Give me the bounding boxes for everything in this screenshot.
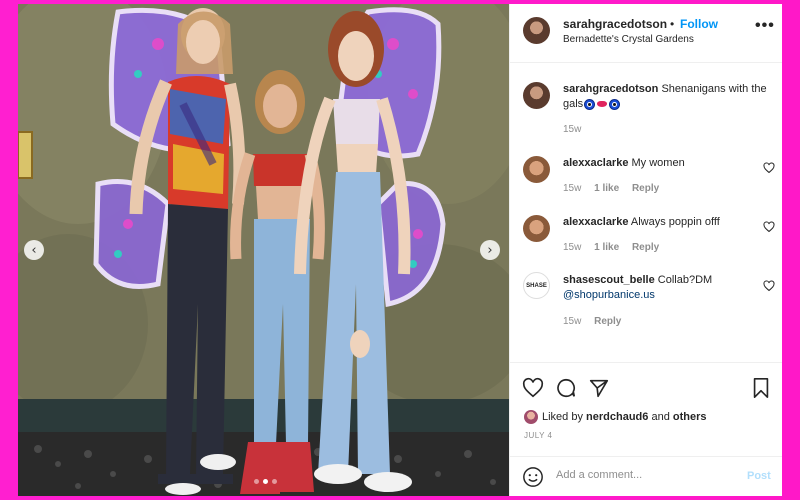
separator-dot: • [670, 17, 675, 31]
brand-avatar-text: SHASE [526, 282, 547, 289]
caption: sarahgracedotson Shenanigans with the ga… [563, 82, 768, 112]
lips-emoji-icon [597, 101, 608, 108]
comment-meta: 15w 1 like Reply [563, 242, 669, 253]
post-side-panel: sarahgracedotson • Follow Bernadette's C… [509, 4, 782, 496]
liked-by-and: and [651, 411, 670, 423]
like-heart-icon[interactable] [522, 377, 544, 399]
caption-age: 15w [563, 124, 582, 135]
comment-meta: 15w 1 like Reply [563, 183, 669, 194]
follow-button[interactable]: Follow [680, 17, 718, 31]
comment-username[interactable]: alexxaclarke [563, 216, 628, 228]
post-header: sarahgracedotson • Follow Bernadette's C… [510, 4, 782, 63]
carousel-dot [272, 479, 277, 484]
eye-emoji-icon [609, 98, 621, 110]
comment-item: alexxaclarke My women [563, 156, 758, 171]
comment-item: alexxaclarke Always poppin offf [563, 215, 758, 230]
carousel-dot [254, 479, 259, 484]
post-modal: ‹ › sarahgracedotson • Follow Bernadette… [18, 4, 782, 496]
comment-text: My women [631, 157, 685, 169]
post-photo[interactable]: ‹ › [18, 4, 509, 496]
add-comment-input[interactable] [556, 469, 736, 481]
more-options-icon[interactable]: ••• [755, 17, 775, 35]
liked-by-prefix: Liked by [542, 411, 583, 423]
reply-button[interactable]: Reply [632, 183, 659, 194]
carousel-dot-active [263, 479, 268, 484]
add-comment-bar: Post [510, 456, 782, 496]
comment-bubble-icon[interactable] [555, 377, 577, 399]
comment-likes[interactable]: 1 like [594, 183, 619, 194]
next-slide-button[interactable]: › [480, 240, 500, 260]
post-comment-button[interactable]: Post [747, 470, 771, 482]
author-avatar[interactable] [523, 17, 550, 44]
share-paper-plane-icon[interactable] [588, 377, 610, 399]
liked-by-avatar[interactable] [524, 410, 538, 424]
comment-item: shasescout_belle Collab?DM @shopurbanice… [563, 273, 758, 303]
comment-age: 15w [563, 316, 582, 327]
comment-like-heart-icon[interactable] [763, 221, 775, 233]
comment-likes[interactable]: 1 like [594, 242, 619, 253]
location-link[interactable]: Bernadette's Crystal Gardens [563, 34, 694, 45]
comment-meta: 15w Reply [563, 316, 631, 327]
chevron-right-icon: › [487, 242, 493, 258]
emoji-smiley-icon[interactable] [522, 466, 544, 488]
save-bookmark-icon[interactable] [751, 377, 771, 399]
comment-username[interactable]: shasescout_belle [563, 274, 655, 286]
liked-by-others[interactable]: others [673, 411, 707, 423]
comment-username[interactable]: alexxaclarke [563, 157, 628, 169]
comment-age: 15w [563, 183, 582, 194]
commenter-avatar[interactable] [523, 156, 550, 183]
carousel-indicator [254, 479, 277, 484]
comment-text: Collab?DM [657, 274, 713, 286]
brand-avatar-logo[interactable]: SHASE [523, 272, 550, 299]
comment-text: Always poppin offf [630, 216, 720, 228]
liked-by-text: Liked by nerdchaud6 and others [542, 411, 707, 423]
reply-button[interactable]: Reply [594, 316, 621, 327]
caption-meta: 15w [563, 124, 591, 135]
liked-by-user[interactable]: nerdchaud6 [586, 411, 648, 423]
caption-avatar[interactable] [523, 82, 550, 109]
previous-slide-button[interactable]: ‹ [24, 240, 44, 260]
author-username[interactable]: sarahgracedotson [563, 17, 667, 31]
chevron-left-icon: ‹ [31, 242, 37, 258]
comment-like-heart-icon[interactable] [763, 280, 775, 292]
reply-button[interactable]: Reply [632, 242, 659, 253]
eye-emoji-icon [584, 98, 596, 110]
comment-age: 15w [563, 242, 582, 253]
mention-link[interactable]: @shopurbanice.us [563, 289, 655, 301]
commenter-avatar[interactable] [523, 215, 550, 242]
comment-like-heart-icon[interactable] [763, 162, 775, 174]
post-date: JULY 4 [524, 431, 553, 440]
comments-list: sarahgracedotson Shenanigans with the ga… [510, 62, 782, 362]
caption-username[interactable]: sarahgracedotson [563, 83, 658, 95]
photo-scene [18, 4, 509, 496]
